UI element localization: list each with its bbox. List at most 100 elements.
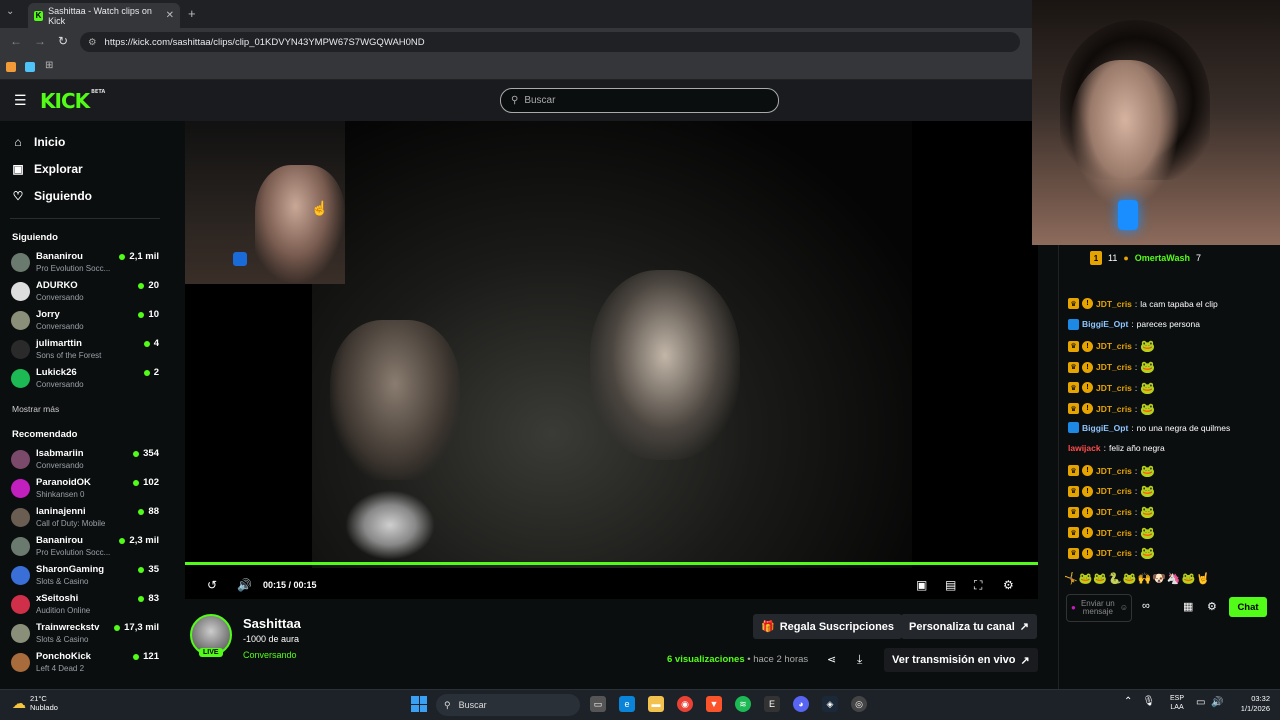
chat-username[interactable]: JDT_cris xyxy=(1096,299,1132,309)
discord-icon[interactable]: ◕ xyxy=(793,696,809,712)
task-view-icon[interactable]: ▭ xyxy=(590,696,606,712)
progress-bar[interactable] xyxy=(185,562,1038,565)
gifter-gifts: 7 xyxy=(1195,253,1201,263)
language-indicator[interactable]: ESP LAA xyxy=(1170,694,1184,712)
search-input[interactable]: ⚲ Buscar xyxy=(500,88,779,113)
viewer-count-text: 88 xyxy=(148,506,159,517)
mic-icon[interactable]: ● xyxy=(1071,604,1076,612)
chat-username[interactable]: JDT_cris xyxy=(1096,362,1132,372)
reload-icon[interactable]: ↻ xyxy=(58,34,68,48)
gift-subs-button[interactable]: 🎁 Regala Suscripciones xyxy=(753,614,903,639)
tab-close-icon[interactable]: ✕ xyxy=(166,10,174,21)
download-icon[interactable]: ⤓ xyxy=(857,652,862,667)
sidebar-channel[interactable]: PonchoKick Left 4 Dead 2 121 xyxy=(11,650,161,678)
show-more-link[interactable]: Mostrar más xyxy=(12,404,59,414)
sidebar-channel[interactable]: Lukick26 Conversando 2 xyxy=(11,366,161,394)
nav-home[interactable]: ⌂ Inicio xyxy=(12,135,65,149)
chat-separator: : xyxy=(1134,362,1138,373)
weather-widget[interactable]: ☁ 21°C Nublado xyxy=(12,694,58,712)
brave-icon[interactable]: ▼ xyxy=(706,696,722,712)
share-icon[interactable]: ⋖ xyxy=(827,653,836,666)
browser-tab[interactable]: K Sashittaa - Watch clips on Kick ✕ xyxy=(28,3,180,28)
edge-icon[interactable]: e xyxy=(619,696,635,712)
customize-channel-button[interactable]: Personaliza tu canal ↗ xyxy=(901,614,1037,639)
network-icon[interactable]: ▭ xyxy=(1196,697,1205,708)
apps-grid-icon[interactable]: ⊞ xyxy=(45,60,53,71)
chat-message: ♛! JDT_cris: 🐸 xyxy=(1068,339,1155,353)
nav-explore[interactable]: ▣ Explorar xyxy=(12,162,82,176)
sidebar-channel[interactable]: Trainwreckstv Slots & Casino 17,3 mil xyxy=(11,621,161,649)
gift-icon[interactable]: ▦ xyxy=(1183,600,1193,613)
spotify-icon[interactable]: ≋ xyxy=(735,696,751,712)
emoji-icon[interactable]: ☺ xyxy=(1120,604,1128,612)
sidebar-channel[interactable]: laninajenni Call of Duty: Mobile 88 xyxy=(11,505,161,533)
send-chat-button[interactable]: Chat xyxy=(1229,597,1267,617)
chat-username[interactable]: BiggiE_Opt xyxy=(1082,423,1128,433)
stream-category[interactable]: Conversando xyxy=(243,650,297,660)
chat-username[interactable]: JDT_cris xyxy=(1096,383,1132,393)
theater-mode-icon[interactable]: ▤ xyxy=(945,578,956,592)
chat-username[interactable]: lawijack xyxy=(1068,443,1101,453)
chat-username[interactable]: JDT_cris xyxy=(1096,404,1132,414)
chat-username[interactable]: JDT_cris xyxy=(1096,466,1132,476)
chat-username[interactable]: JDT_cris xyxy=(1096,486,1132,496)
forward-icon[interactable]: → xyxy=(34,34,46,48)
chat-username[interactable]: JDT_cris xyxy=(1096,548,1132,558)
nav-following[interactable]: ♡ Siguiendo xyxy=(12,189,92,203)
chat-username[interactable]: JDT_cris xyxy=(1096,507,1132,517)
chat-separator: : xyxy=(1131,319,1134,330)
sidebar-channel[interactable]: ADURKO Conversando 20 xyxy=(11,279,161,307)
chat-input[interactable]: ● Enviar un mensaje ☺ xyxy=(1066,594,1132,622)
file-explorer-icon[interactable]: ▬ xyxy=(648,696,664,712)
clock[interactable]: 03:32 1/1/2026 xyxy=(1226,694,1270,714)
chat-username[interactable]: JDT_cris xyxy=(1096,341,1132,351)
taskbar-search-label: Buscar xyxy=(458,700,487,710)
chat-username[interactable]: BiggiE_Opt xyxy=(1082,319,1128,329)
obs-icon[interactable]: ◎ xyxy=(851,696,867,712)
taskbar-search[interactable]: ⚲ Buscar xyxy=(436,694,580,716)
miniplayer-icon[interactable]: ▣ xyxy=(916,578,927,592)
avatar xyxy=(11,282,30,301)
emote-bar[interactable]: 🤸🐸🐸🐍🐸🙌🐶🦄🐸🤘 xyxy=(1064,572,1211,585)
channel-category: Conversando xyxy=(36,322,84,331)
epic-games-icon[interactable]: E xyxy=(764,696,780,712)
kick-logo[interactable]: KICK BETA xyxy=(40,89,105,113)
sidebar-channel[interactable]: julimarttin Sons of the Forest 4 xyxy=(11,337,161,365)
watch-live-button[interactable]: Ver transmisión en vivo ↗ xyxy=(884,648,1038,672)
sidebar-channel[interactable]: ParanoidOK Shinkansen 0 102 xyxy=(11,476,161,504)
chat-settings-icon[interactable]: ⚙ xyxy=(1207,600,1217,613)
tab-search-icon[interactable]: ⌄ xyxy=(6,6,14,17)
streamer-name[interactable]: Sashittaa xyxy=(243,616,301,631)
sidebar-channel[interactable]: SharonGaming Slots & Casino 35 xyxy=(11,563,161,591)
settings-icon[interactable]: ⚙ xyxy=(1003,578,1014,592)
steam-icon[interactable]: ◈ xyxy=(822,696,838,712)
chevron-up-icon[interactable]: ⌃ xyxy=(1124,696,1132,707)
viewer-count: 354 xyxy=(133,448,159,459)
sidebar-channel[interactable]: Bananirou Pro Evolution Socc... 2,1 mil xyxy=(11,250,161,278)
bookmark-icon[interactable] xyxy=(6,62,16,72)
clock-time: 03:32 xyxy=(1251,694,1270,703)
fullscreen-icon[interactable]: ⛶ xyxy=(974,578,982,593)
gifter-name[interactable]: OmertaWash xyxy=(1135,253,1190,263)
sub-badge-icon: ! xyxy=(1082,506,1093,518)
bookmark-icon[interactable] xyxy=(25,62,35,72)
viewer-count-text: 83 xyxy=(148,593,159,604)
url-field[interactable]: ⚙ https://kick.com/sashittaa/clips/clip_… xyxy=(80,32,1020,52)
chat-username[interactable]: JDT_cris xyxy=(1096,528,1132,538)
replay-icon[interactable]: ↺ xyxy=(207,578,217,592)
mic-icon[interactable]: 🎙 xyxy=(1142,696,1155,707)
sidebar-channel[interactable]: Isabmariin Conversando 354 xyxy=(11,447,161,475)
sidebar-channel[interactable]: Bananirou Pro Evolution Socc... 2,3 mil xyxy=(11,534,161,562)
back-icon[interactable]: ← xyxy=(10,34,22,48)
volume-icon[interactable]: 🔊 xyxy=(1211,697,1223,708)
windows-start-icon[interactable] xyxy=(411,696,427,712)
sidebar-channel[interactable]: Jorry Conversando 10 xyxy=(11,308,161,336)
new-tab-button[interactable]: + xyxy=(188,6,196,21)
chrome-icon[interactable]: ◉ xyxy=(677,696,693,712)
emotes-icon[interactable]: ∞ xyxy=(1142,600,1150,612)
volume-icon[interactable]: 🔊 xyxy=(237,578,252,592)
sidebar-channel[interactable]: xSeitoshi Audition Online 83 xyxy=(11,592,161,620)
weather-condition: Nublado xyxy=(30,703,58,712)
menu-icon[interactable]: ☰ xyxy=(14,92,27,109)
site-info-icon[interactable]: ⚙ xyxy=(88,37,97,48)
